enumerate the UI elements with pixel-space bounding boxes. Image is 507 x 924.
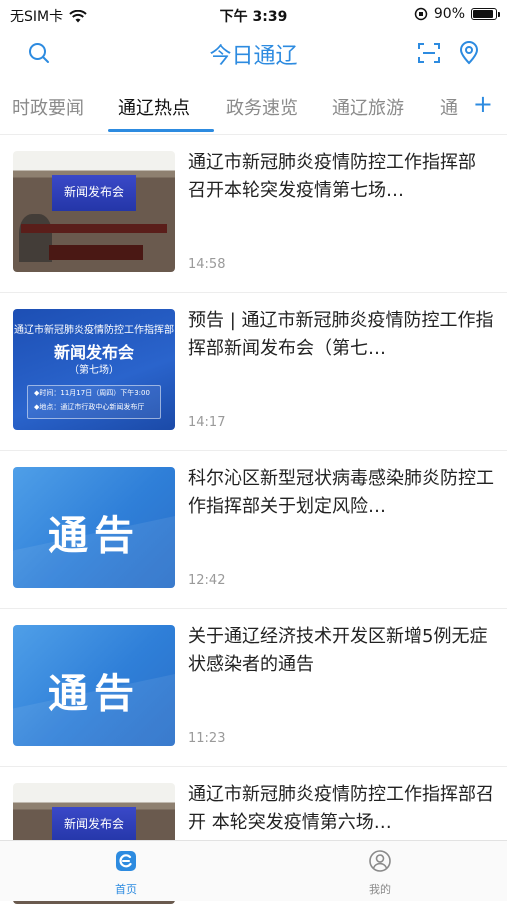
- tab-hot[interactable]: 通辽热点: [118, 94, 190, 120]
- news-title: 通辽市新冠肺炎疫情防控工作指挥部召开 本轮突发疫情第六场…: [188, 784, 494, 833]
- news-title: 通辽市新冠肺炎疫情防控工作指挥部 召开本轮突发疫情第七场…: [188, 152, 476, 201]
- news-time: 11:23: [188, 731, 226, 746]
- news-title: 科尔沁区新型冠状病毒感染肺炎防控工作指挥部关于划定风险…: [188, 468, 494, 517]
- tabbar-label-home: 首页: [115, 883, 137, 896]
- news-time: 14:58: [188, 257, 226, 272]
- home-logo-icon: [116, 851, 136, 871]
- tab-government[interactable]: 政务速览: [226, 94, 298, 120]
- news-time: 14:17: [188, 415, 226, 430]
- news-title: 关于通辽经济技术开发区新增5例无症状感染者的通告: [188, 626, 488, 675]
- location-pin-icon[interactable]: [456, 40, 482, 66]
- poster-org: 通辽市新冠肺炎疫情防控工作指挥部: [14, 325, 174, 336]
- thumbnail-caption: 新闻发布会: [63, 185, 124, 200]
- tab-truncated[interactable]: 通: [440, 94, 458, 120]
- news-item[interactable]: 通告 关于通辽经济技术开发区新增5例无症状感染者的通告 11:23: [0, 608, 507, 766]
- poster-session: （第七场）: [69, 365, 119, 376]
- news-thumbnail: 通辽市新冠肺炎疫情防控工作指挥部 新闻发布会 （第七场） ◆时间：11月17日（…: [13, 309, 175, 430]
- poster-title: 新闻发布会: [53, 343, 134, 362]
- news-item[interactable]: 新闻发布会 通辽市新冠肺炎疫情防控工作指挥部 召开本轮突发疫情第七场… 14:5…: [0, 134, 507, 292]
- poster-time: ◆时间：11月17日（周四）下午3:00: [34, 389, 150, 397]
- battery-percent: 90%: [433, 6, 465, 22]
- poster-info-box: ◆时间：11月17日（周四）下午3:00 ◆地点：通辽市行政中心新闻发布厅: [27, 385, 161, 419]
- app-header: 今日通辽: [0, 28, 507, 76]
- tabbar-item-home[interactable]: 首页: [86, 849, 166, 897]
- tab-tourism[interactable]: 通辽旅游: [332, 94, 404, 120]
- orientation-lock-icon: [414, 7, 428, 21]
- battery-icon: [471, 8, 500, 20]
- news-time: 12:42: [188, 573, 226, 588]
- thumbnail-caption: 通告: [48, 513, 140, 559]
- bottom-tab-bar: 首页 我的: [0, 840, 507, 901]
- tab-politics[interactable]: 时政要闻: [12, 94, 84, 120]
- news-thumbnail: 新闻发布会: [13, 151, 175, 272]
- thumbnail-caption: 新闻发布会: [63, 817, 124, 832]
- profile-icon: [369, 850, 391, 872]
- news-thumbnail: 通告: [13, 625, 175, 746]
- add-tab-button[interactable]: +: [473, 90, 493, 118]
- status-bar: 无SIM卡 下午 3:39 90%: [0, 0, 507, 28]
- status-right: 90%: [414, 6, 500, 22]
- active-tab-indicator: [108, 129, 214, 132]
- news-item[interactable]: 通辽市新冠肺炎疫情防控工作指挥部 新闻发布会 （第七场） ◆时间：11月17日（…: [0, 292, 507, 450]
- news-item[interactable]: 通告 科尔沁区新型冠状病毒感染肺炎防控工作指挥部关于划定风险… 12:42: [0, 450, 507, 608]
- scan-icon[interactable]: [416, 40, 442, 66]
- poster-place: ◆地点：通辽市行政中心新闻发布厅: [34, 403, 145, 411]
- news-thumbnail: 通告: [13, 467, 175, 588]
- news-title: 预告 | 通辽市新冠肺炎疫情防控工作指挥部新闻发布会（第七…: [188, 310, 494, 359]
- tabbar-item-profile[interactable]: 我的: [340, 849, 420, 897]
- category-tabs: 时政要闻 通辽热点 政务速览 通辽旅游 通 +: [0, 82, 507, 132]
- thumbnail-caption: 通告: [48, 671, 140, 717]
- tabbar-label-profile: 我的: [369, 883, 391, 896]
